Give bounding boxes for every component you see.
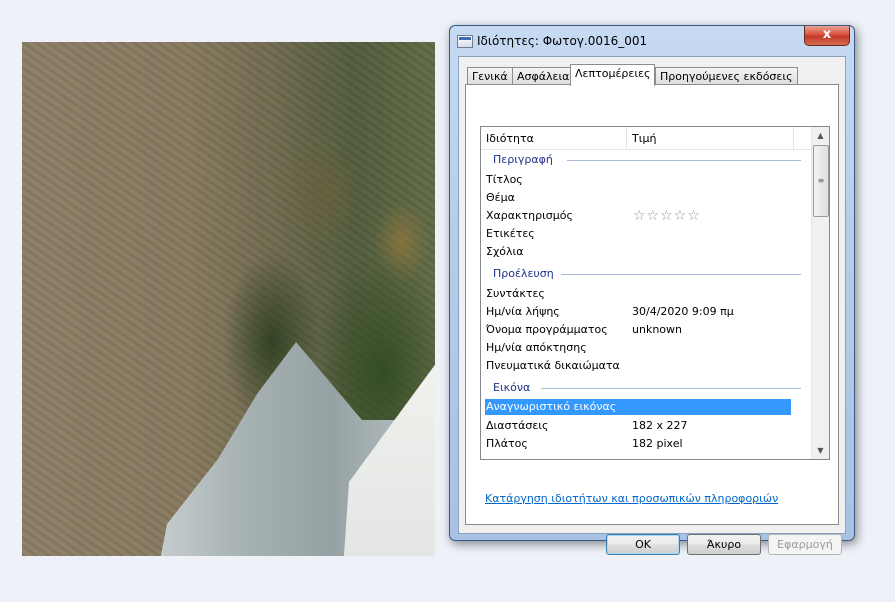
properties-dialog: Ιδιότητες: Φωτογ.0016_001 x Γενικά Ασφάλ… [449,25,855,555]
group-divider [561,274,801,275]
photo-preview [22,42,435,556]
details-panel: Ιδιότητα Τιμή Περιγραφή Τίτλος Θέμα Χαρα… [465,84,839,525]
property-name: Διαστάσεις [486,419,549,432]
property-name: Τίτλος [486,173,523,186]
group-label: Προέλευση [493,267,554,280]
tab-general[interactable]: Γενικά [467,67,513,85]
property-row[interactable]: Πνευματικά δικαιώματα [486,357,792,375]
property-name: Ημ/νία απόκτησης [486,341,587,354]
property-value[interactable]: unknown [632,321,682,339]
column-property[interactable]: Ιδιότητα [486,132,534,145]
property-row[interactable]: Όνομα προγράμματος unknown [486,321,792,339]
group-label: Περιγραφή [493,153,553,166]
tab-security[interactable]: Ασφάλεια [512,67,575,85]
property-row[interactable]: Ημ/νία λήψης 30/4/2020 9:09 πμ [486,303,792,321]
property-name: Πλάτος [486,437,528,450]
group-image: Εικόνα [493,381,801,397]
column-value[interactable]: Τιμή [632,132,656,145]
scroll-up-arrow-icon[interactable]: ▲ [812,127,829,144]
rating-stars[interactable]: ☆☆☆☆☆ [633,207,701,225]
property-name: Θέμα [486,191,515,204]
tab-previous-versions[interactable]: Προηγούμενες εκδόσεις [655,67,798,85]
property-row-selected[interactable]: Αναγνωριστικό εικόνας [485,399,791,415]
property-row[interactable]: Συντάκτες [486,285,792,303]
property-row[interactable]: Ετικέτες [486,225,792,243]
ok-button[interactable]: OK [606,534,680,555]
window-icon [457,35,473,48]
title-bar[interactable]: Ιδιότητες: Φωτογ.0016_001 x [450,26,854,56]
column-separator[interactable] [626,127,627,149]
property-row[interactable]: Διαστάσεις 182 x 227 [486,417,792,435]
property-name: Ετικέτες [486,227,535,240]
property-name: Συντάκτες [486,287,545,300]
property-row[interactable]: Θέμα [486,189,792,207]
property-row[interactable]: Τίτλος [486,171,792,189]
tab-details[interactable]: Λεπτομέρειες [570,64,656,86]
dialog-client: Γενικά Ασφάλεια Λεπτομέρειες Προηγούμενε… [458,56,846,555]
column-separator[interactable] [793,127,794,149]
property-value[interactable]: 30/4/2020 9:09 πμ [632,303,734,321]
property-name: Πνευματικά δικαιώματα [486,359,620,372]
column-header: Ιδιότητα Τιμή [481,127,812,150]
property-value[interactable]: 182 x 227 [632,417,688,435]
scrollbar-thumb[interactable]: ≡ [813,145,829,217]
remove-properties-link[interactable]: Κατάργηση ιδιοτήτων και προσωπικών πληρο… [485,492,778,505]
property-row[interactable]: Σχόλια [486,243,792,261]
property-name: Ημ/νία λήψης [486,305,560,318]
vertical-scrollbar[interactable]: ▲ ≡ ▼ [811,127,829,459]
property-row[interactable]: Χαρακτηρισμός ☆☆☆☆☆ [486,207,792,225]
property-name: Όνομα προγράμματος [486,323,608,336]
properties-list[interactable]: Ιδιότητα Τιμή Περιγραφή Τίτλος Θέμα Χαρα… [480,126,830,460]
property-name: Χαρακτηρισμός [486,209,573,222]
property-row[interactable]: Ημ/νία απόκτησης [486,339,792,357]
window-title: Ιδιότητες: Φωτογ.0016_001 [477,34,648,48]
group-description: Περιγραφή [493,153,801,169]
apply-button[interactable]: Εφαρμογή [768,534,842,555]
property-name: Σχόλια [486,245,524,258]
property-row[interactable]: Πλάτος 182 pixel [486,435,792,453]
group-divider [541,388,801,389]
group-divider [567,160,801,161]
group-origin: Προέλευση [493,267,801,283]
cancel-button[interactable]: Άκυρο [687,534,761,555]
property-name: Αναγνωριστικό εικόνας [486,400,617,413]
close-button[interactable]: x [804,26,850,46]
scroll-down-arrow-icon[interactable]: ▼ [812,442,829,459]
property-value[interactable]: 182 pixel [632,435,683,453]
group-label: Εικόνα [493,381,531,394]
